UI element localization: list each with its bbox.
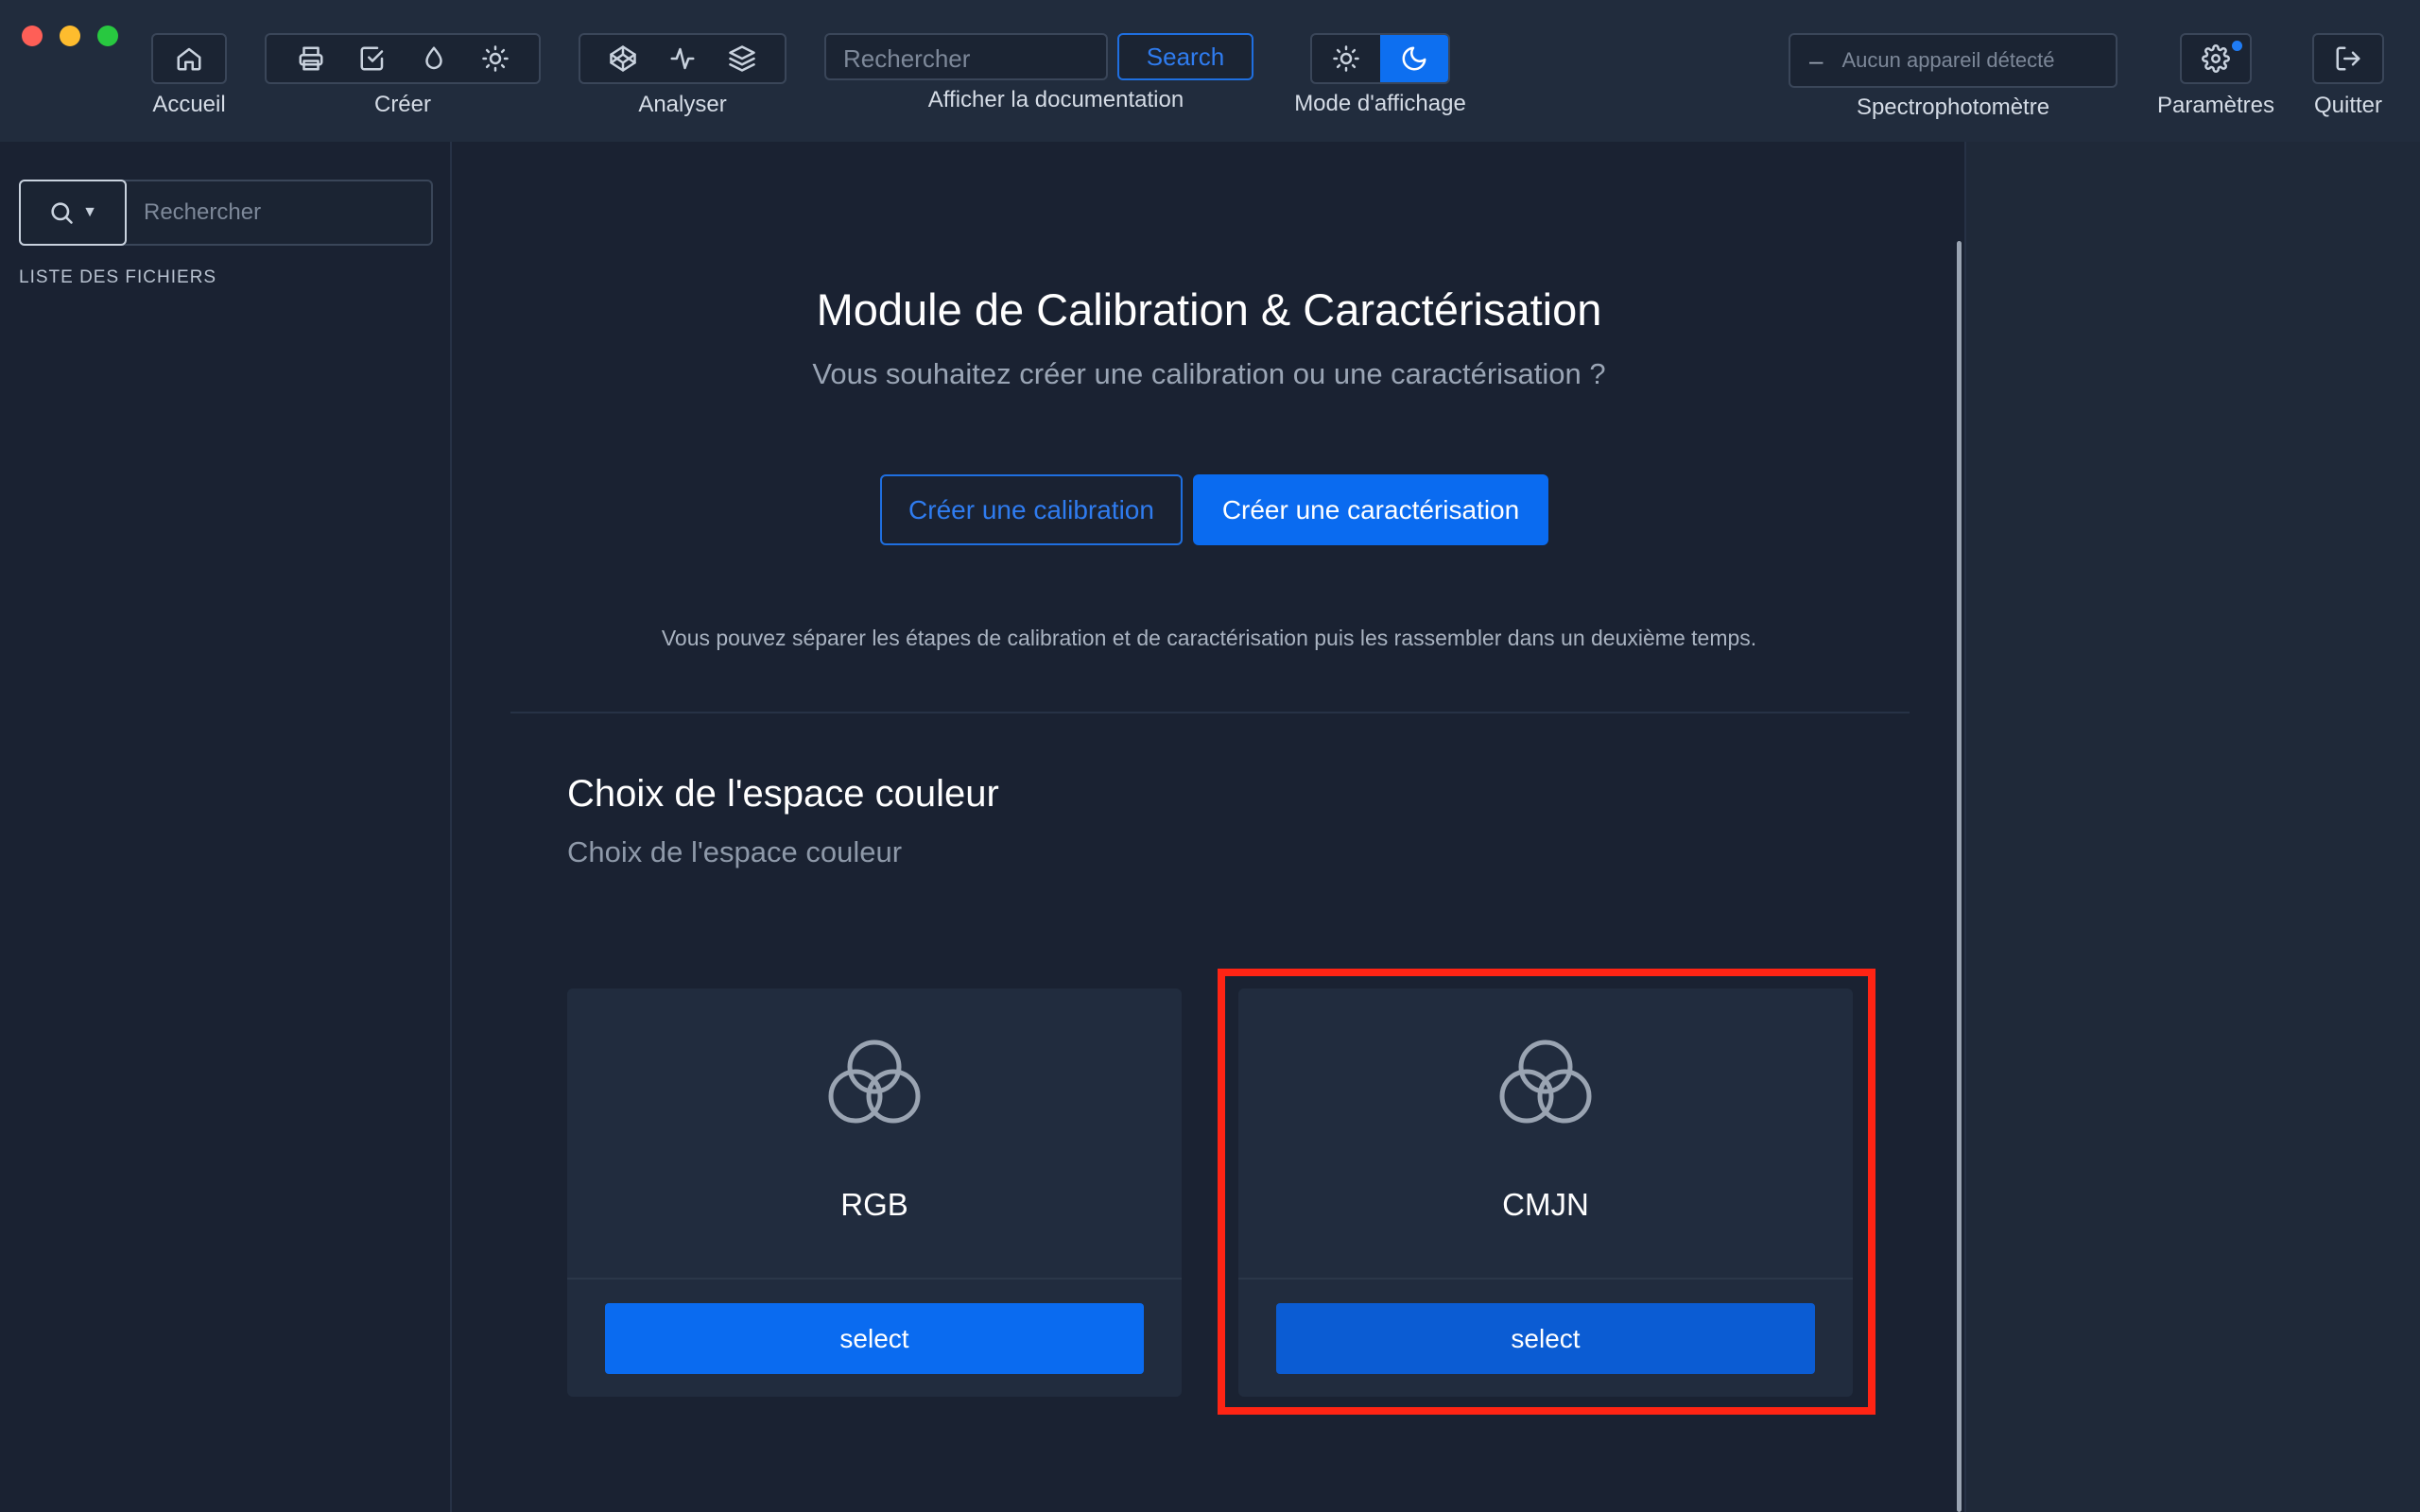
window-minimize-button[interactable] [60,26,80,46]
analyze-toolbar [579,33,786,84]
color-space-card-cmjn: CMJN select [1238,988,1853,1397]
create-label: Créer [373,92,431,117]
quit-label: Quitter [2313,93,2383,118]
documentation-link[interactable]: Afficher la documentation [824,87,1288,113]
logout-icon [2336,46,2360,71]
create-characterization-button[interactable]: Créer une caractérisation [1193,474,1548,545]
search-icon [51,202,73,224]
select-cmjn-button[interactable]: select [1276,1303,1815,1374]
sidebar-search: ▼ Rechercher [19,180,433,246]
droplet-icon[interactable] [413,38,455,79]
quit-button[interactable] [2312,33,2384,84]
dark-mode-button[interactable] [1380,35,1448,82]
device-status-text: Aucun appareil détecté [1841,48,2055,72]
color-circles-icon [1238,1036,1853,1130]
top-search-button[interactable]: Search [1117,33,1253,80]
search-filter-dropdown[interactable]: ▼ [19,180,127,246]
sidebar: ▼ Rechercher LISTE DES FICHIERS [0,142,452,1512]
color-circles-icon [567,1036,1182,1130]
section-subtitle: Choix de l'espace couleur [567,835,903,868]
card-divider [1238,1278,1853,1280]
select-rgb-button[interactable]: select [605,1303,1144,1374]
create-group: Créer [265,33,541,117]
checkbox-icon[interactable] [352,38,393,79]
create-toolbar [265,33,541,84]
color-space-card-rgb: RGB select [567,988,1182,1397]
printer-icon[interactable] [290,38,332,79]
card-divider [567,1278,1182,1280]
window-close-button[interactable] [22,26,43,46]
page-subtitle: Vous souhaitez créer une calibration ou … [812,357,1606,390]
activity-icon[interactable] [662,38,703,79]
right-panel [1964,142,2420,1512]
files-list-title: LISTE DES FICHIERS [19,267,217,287]
settings-button[interactable] [2180,33,2252,84]
settings-label: Paramètres [2156,93,2275,118]
spectrophotometer-status[interactable]: – Aucun appareil détecté [1789,33,2118,88]
section-title: Choix de l'espace couleur [567,773,999,815]
top-search-input[interactable]: Rechercher [824,33,1108,80]
window-zoom-button[interactable] [97,26,118,46]
home-group: Accueil [151,33,227,117]
home-label: Accueil [152,92,226,117]
minus-icon: – [1809,45,1824,75]
display-mode-label: Mode d'affichage [1294,91,1466,116]
gear-icon [2202,44,2230,73]
moon-icon [1402,46,1426,71]
card-label: RGB [840,1187,908,1222]
section-divider [510,712,1910,713]
notification-dot [2232,41,2242,51]
home-icon [168,38,210,79]
sidebar-search-input[interactable]: Rechercher [125,181,431,244]
card-label: CMJN [1502,1187,1589,1222]
layers-icon[interactable] [721,38,763,79]
codepen-icon[interactable] [602,38,644,79]
main-scrollbar[interactable] [1957,241,1962,1512]
spectrophotometer-label: Spectrophotomètre [1856,94,2050,120]
info-note: Vous pouvez séparer les étapes de calibr… [661,626,1757,650]
create-calibration-button[interactable]: Créer une calibration [880,474,1183,545]
sun-icon[interactable] [475,38,516,79]
top-toolbar: Accueil Créer Analyser Rechercher Search… [0,0,2420,142]
page-title: Module de Calibration & Caractérisation [816,284,1602,335]
light-mode-button[interactable] [1312,35,1380,82]
sun-icon [1333,45,1359,72]
analyze-group: Analyser [579,33,786,117]
caret-down-icon: ▼ [82,204,97,220]
home-button[interactable] [151,33,227,84]
analyze-label: Analyser [638,92,727,117]
display-mode-toggle [1310,33,1450,84]
